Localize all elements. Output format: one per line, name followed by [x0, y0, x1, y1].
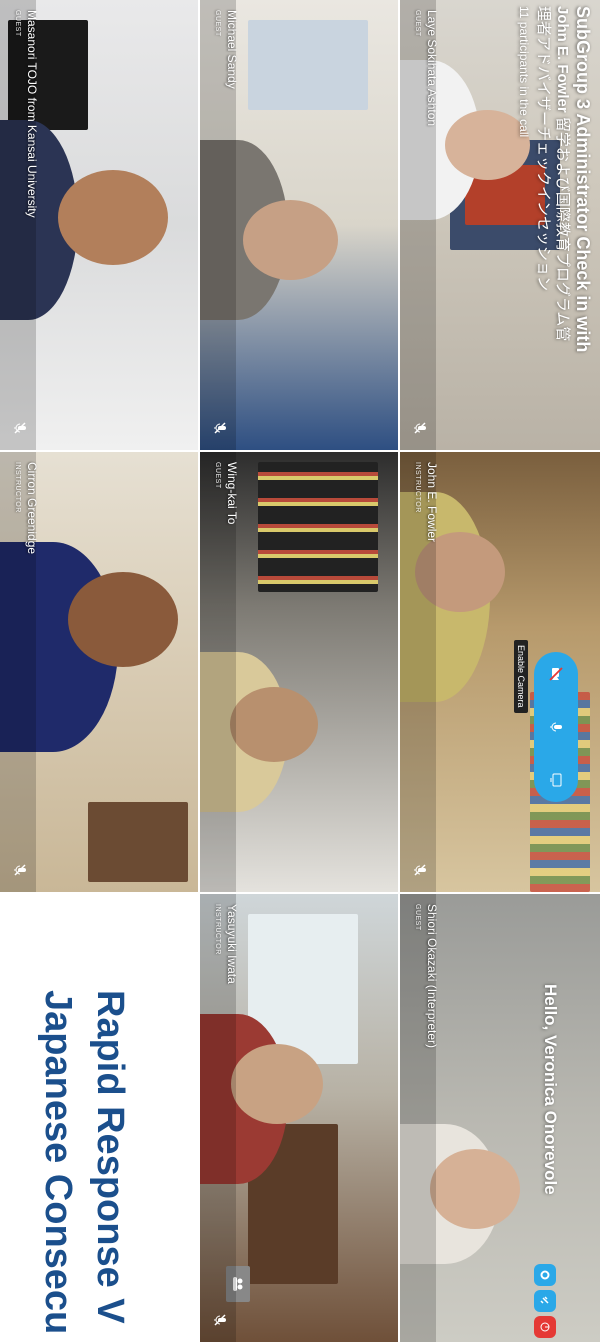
participant-name: Shiori Okazaki (Interpreter) GUEST	[414, 904, 439, 1049]
participant-name: Yasuyuki Iwata INSTRUCTOR	[214, 904, 239, 984]
video-tile-masanori[interactable]: 1 Masanori TOJO from Kansai UniversityGU…	[0, 0, 198, 450]
participant-name: Michael Sandy GUEST	[214, 10, 239, 89]
participant-name: Laye Sokihata Ashton GUEST	[414, 10, 439, 127]
slide-title-line2: Japanese Consecu	[37, 990, 79, 1335]
video-call-stage: SubGroup 3 Administrator Check in with J…	[0, 0, 600, 1342]
meeting-header: SubGroup 3 Administrator Check in with J…	[515, 6, 594, 352]
camera-off-icon	[549, 667, 563, 681]
slide-title-line1: Rapid Response V	[89, 990, 131, 1324]
enable-camera-tooltip: Enable Camera	[514, 640, 528, 713]
participant-name: Wing-kai To GUEST	[214, 462, 239, 525]
link-icon	[540, 1296, 549, 1304]
host-name: John E. Fowler	[554, 6, 571, 113]
video-tile-wingkai[interactable]: Wing-kai To GUEST	[200, 452, 398, 892]
video-tile-michael[interactable]: Michael Sandy GUEST	[200, 0, 398, 450]
video-tile-cirron[interactable]: Cirron Greenidge INSTRUCTOR	[0, 452, 198, 892]
participant-count: 11 participants in the call	[517, 6, 531, 138]
video-tile-laye[interactable]: SubGroup 3 Administrator Check in with J…	[400, 0, 600, 450]
copy-link-button[interactable]	[534, 1290, 556, 1312]
video-tile-shiori[interactable]: Hello, Veronica Onorevole Shiori Okazaki…	[400, 894, 600, 1342]
screen-share-button[interactable]	[539, 763, 573, 797]
video-tile-yasuyuki[interactable]: Yasuyuki Iwata INSTRUCTOR	[200, 894, 398, 1342]
mic-off-icon	[414, 864, 426, 876]
presentation-slide: Rapid Response V Japanese Consecu	[0, 894, 198, 1342]
settings-button[interactable]	[534, 1264, 556, 1286]
mic-off-icon	[414, 422, 426, 434]
camera-off-button[interactable]	[539, 657, 573, 691]
exit-icon	[540, 1322, 550, 1332]
mic-off-icon	[14, 864, 26, 876]
microphone-button[interactable]	[539, 710, 573, 744]
meeting-subtitle: 留学および国際教育プログラム管	[554, 112, 571, 342]
mic-off-icon	[214, 1314, 226, 1326]
meeting-title: SubGroup 3 Administrator Check in with	[573, 6, 593, 353]
greeting-text: Hello, Veronica Onorevole	[541, 984, 560, 1195]
mic-off-icon	[14, 422, 26, 434]
mic-icon	[550, 722, 562, 732]
video-tile-john[interactable]: Enable Camera John E. Fowler INSTRUCTOR	[400, 452, 600, 892]
screen-share-icon	[550, 773, 562, 787]
participant-name: John E. Fowler INSTRUCTOR	[414, 462, 439, 543]
participant-name: Cirron Greenidge INSTRUCTOR	[14, 462, 39, 555]
gear-icon	[540, 1270, 550, 1280]
leave-call-button[interactable]	[534, 1316, 556, 1338]
participant-name: Masanori TOJO from Kansai University GUES…	[14, 10, 39, 218]
meeting-subtitle-line2: 理者アドバイザーチェックインセッション	[535, 6, 552, 292]
mic-off-icon	[214, 422, 226, 434]
